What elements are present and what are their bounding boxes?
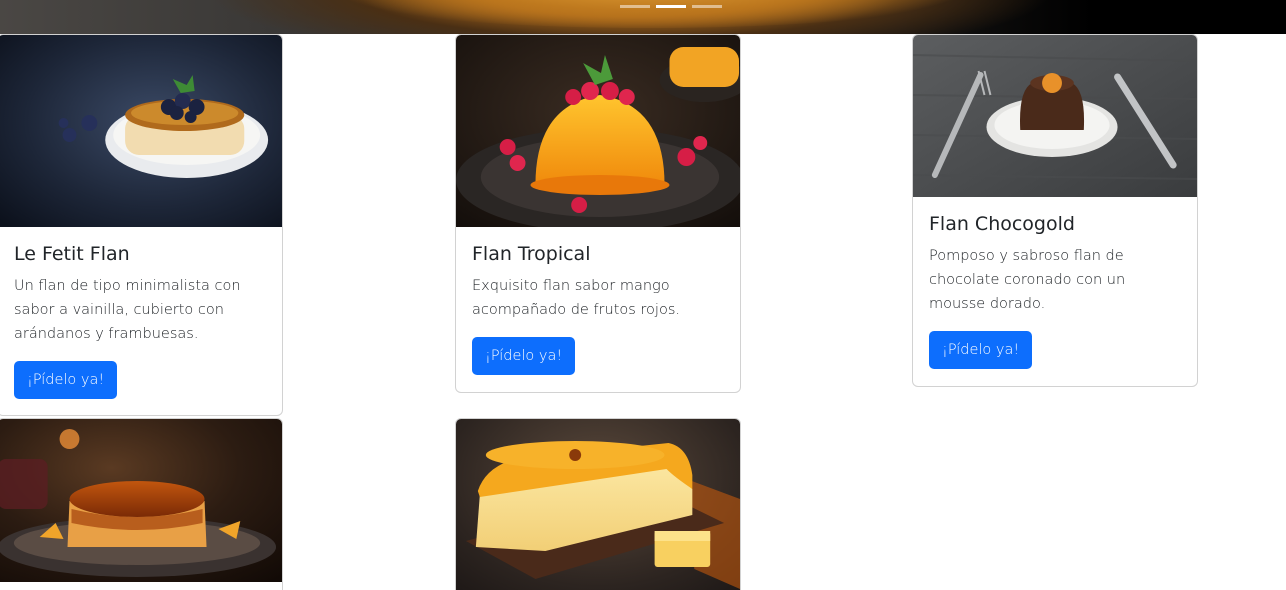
flan-image (456, 419, 740, 590)
product-card-le-fetit-flan: Le Fetit Flan Un flan de tipo minimalist… (0, 34, 283, 416)
carousel-indicators (620, 5, 722, 8)
order-button[interactable]: ¡Pídelo ya! (472, 336, 576, 375)
card-description: Un flan de tipo minimalista con sabor a … (14, 277, 241, 342)
product-card-flan-tropical: Flan Tropical Exquisito flan sabor mango… (455, 34, 741, 393)
product-card-flan-chocogold: Flan Chocogold Pomposo y sabroso flan de… (912, 34, 1198, 387)
flan-image (0, 35, 282, 227)
card-title: Flan Tropical (472, 243, 591, 265)
flan-image (456, 35, 740, 227)
carousel-indicator-2[interactable] (656, 5, 686, 8)
hero-carousel (0, 0, 1286, 34)
card-title: Le Fetit Flan (14, 243, 130, 265)
carousel-indicator-1[interactable] (620, 5, 650, 8)
flan-image (913, 35, 1197, 197)
product-card-mango-flan (455, 418, 741, 590)
card-description: Exquisito flan sabor mango acompañado de… (472, 277, 680, 318)
card-description: Pomposo y sabroso flan de chocolate coro… (929, 247, 1126, 312)
order-button[interactable]: ¡Pídelo ya! (929, 330, 1033, 369)
carousel-indicator-3[interactable] (692, 5, 722, 8)
order-button[interactable]: ¡Pídelo ya! (14, 360, 118, 399)
flan-image (0, 419, 282, 582)
product-card-caramel-flan (0, 418, 283, 590)
card-title: Flan Chocogold (929, 213, 1075, 235)
